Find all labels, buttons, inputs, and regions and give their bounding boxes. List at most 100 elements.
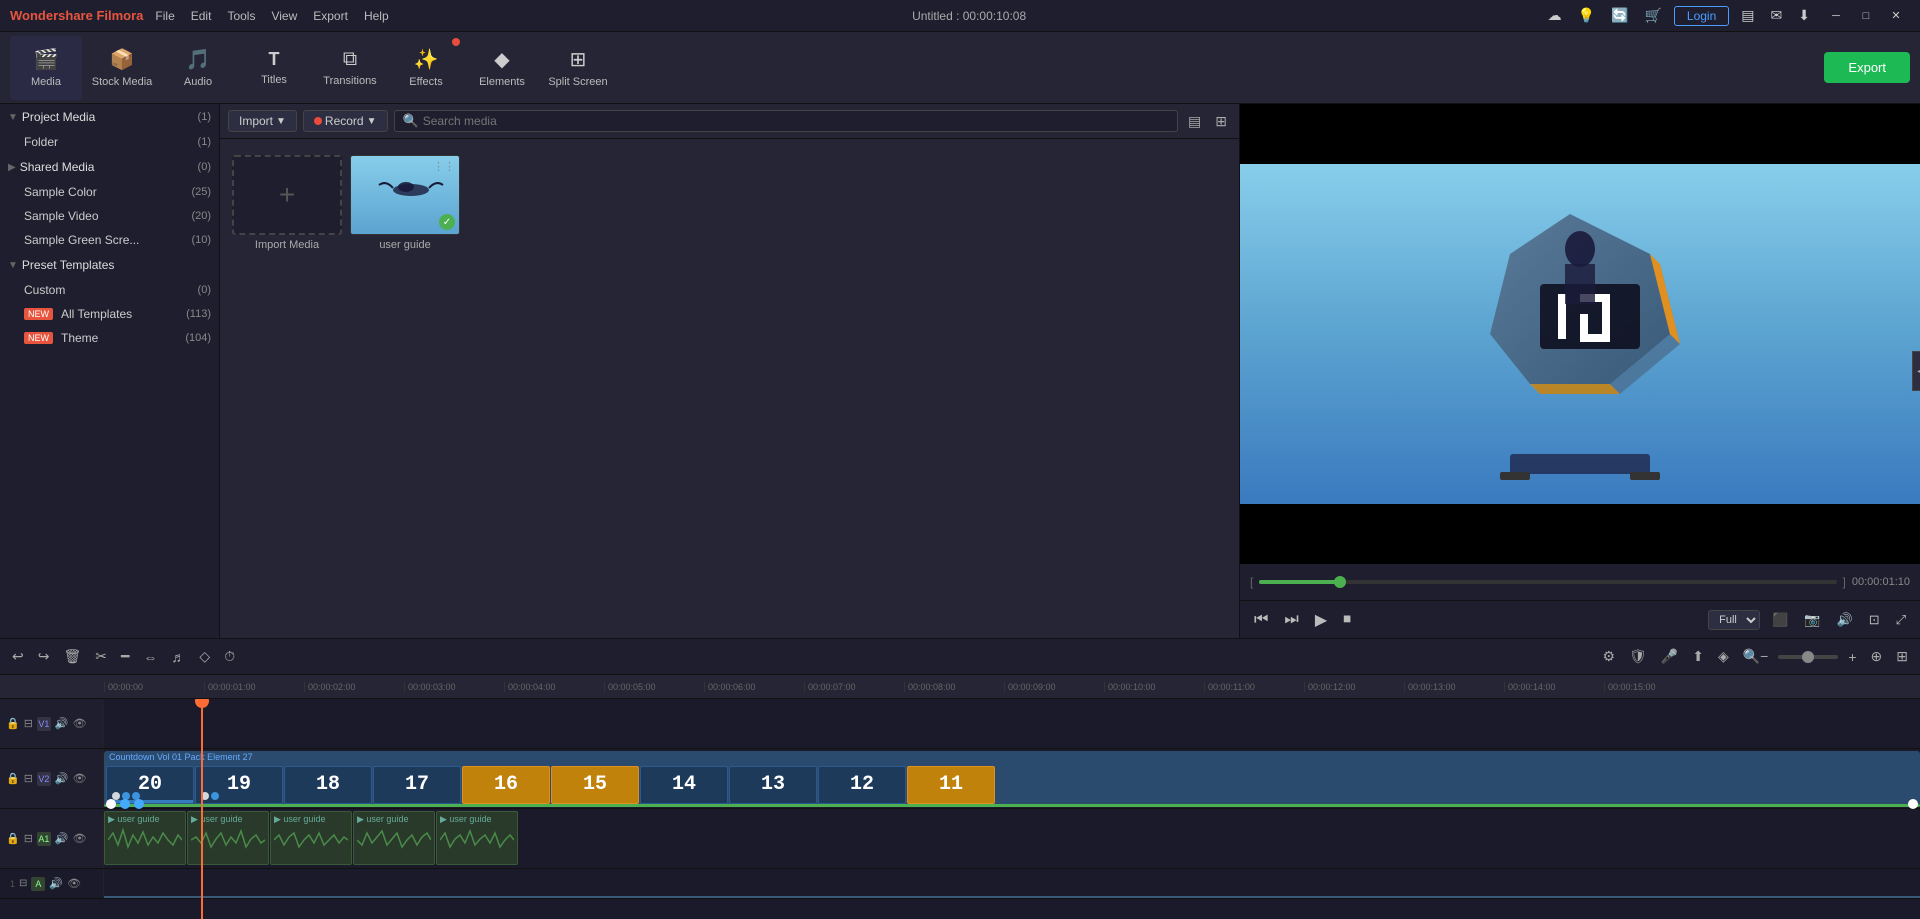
track-1-eye-icon[interactable]: 👁	[73, 717, 87, 730]
search-input[interactable]	[423, 114, 1169, 128]
sidebar-item-sample-video[interactable]: Sample Video (20)	[0, 204, 219, 228]
track-4-eye-icon[interactable]: 👁	[67, 877, 81, 890]
undo-button[interactable]: ↩	[8, 646, 28, 667]
track-3-collapse-icon[interactable]: ⊟	[24, 832, 33, 845]
download-icon[interactable]: ⬇	[1794, 5, 1814, 26]
menu-tools[interactable]: Tools	[221, 7, 261, 25]
message-icon[interactable]: ✉	[1767, 5, 1787, 26]
import-dropdown-icon[interactable]: ▼	[276, 116, 286, 127]
toolbar-media[interactable]: 🎬 Media	[10, 36, 82, 100]
track-4-add-icon[interactable]: ⊟	[19, 878, 27, 889]
menu-export[interactable]: Export	[307, 7, 354, 25]
track-1-volume-icon[interactable]: 🔊	[55, 717, 69, 730]
cart-icon[interactable]: 🛒	[1640, 5, 1665, 26]
close-button[interactable]: ✕	[1882, 6, 1910, 26]
sidebar-project-media-header[interactable]: ▼ Project Media (1)	[0, 104, 219, 130]
sidebar-item-all-templates[interactable]: NEW All Templates (113)	[0, 302, 219, 326]
sync-icon[interactable]: 🔄	[1607, 5, 1632, 26]
cloud-icon[interactable]: ☁	[1544, 5, 1566, 26]
toolbar-audio[interactable]: 🎵 Audio	[162, 36, 234, 100]
menu-file[interactable]: File	[149, 7, 180, 25]
pip-icon[interactable]: ⊡	[1865, 610, 1884, 630]
track-1-v-icon[interactable]: V1	[37, 717, 51, 731]
add-track-icon[interactable]: ⊕	[1867, 646, 1887, 667]
cut-button[interactable]: ✂	[91, 646, 111, 667]
guide-segment-4[interactable]: ▶ user guide	[353, 811, 435, 865]
track-3-volume-icon[interactable]: 🔊	[55, 832, 69, 845]
menu-help[interactable]: Help	[358, 7, 395, 25]
preview-progress-bar[interactable]	[1259, 580, 1836, 584]
expand-icon[interactable]: ⤢	[1892, 610, 1910, 630]
sidebar-item-sample-green-screen[interactable]: Sample Green Scre... (10)	[0, 228, 219, 252]
track-1-collapse-icon[interactable]: ⊟	[24, 717, 33, 730]
grid-view-icon[interactable]: ⊞	[1211, 111, 1231, 132]
zoom-in-icon[interactable]: +	[1844, 647, 1860, 667]
ripple-icon[interactable]: ◈	[1714, 646, 1733, 667]
toolbar-effects[interactable]: ✨ Effects	[390, 36, 462, 100]
track-2-lock-icon[interactable]: 🔒	[6, 772, 20, 785]
track-4-a-icon[interactable]: A	[31, 877, 45, 891]
toolbar-titles[interactable]: T Titles	[238, 36, 310, 100]
sidebar-item-sample-color[interactable]: Sample Color (25)	[0, 180, 219, 204]
import-media-thumb[interactable]: +	[232, 155, 342, 235]
sidebar-item-custom[interactable]: Custom (0)	[0, 278, 219, 302]
toolbar-elements[interactable]: ◆ Elements	[466, 36, 538, 100]
guide-segment-2[interactable]: ▶ user guide	[187, 811, 269, 865]
settings-icon[interactable]: ⚙	[1598, 646, 1619, 667]
import-media-item[interactable]: + Import Media	[232, 151, 342, 255]
import-button[interactable]: Import ▼	[228, 110, 297, 132]
play-button[interactable]: ▶	[1311, 608, 1331, 632]
track-2-collapse-icon[interactable]: ⊟	[24, 772, 33, 785]
bulb-icon[interactable]: 💡	[1574, 5, 1599, 26]
track-3-eye-icon[interactable]: 👁	[73, 832, 87, 845]
sidebar-item-theme[interactable]: NEW Theme (104)	[0, 326, 219, 350]
track-3-lock-icon[interactable]: 🔒	[6, 832, 20, 845]
record-button[interactable]: Record ▼	[303, 110, 388, 132]
step-back-button[interactable]: ⏭︎	[1280, 609, 1302, 631]
sidebar-shared-media-header[interactable]: ▶ Shared Media (0)	[0, 154, 219, 180]
track-2-eye-icon[interactable]: 👁	[73, 772, 87, 785]
sidebar-preset-templates-header[interactable]: ▼ Preset Templates	[0, 252, 219, 278]
progress-handle[interactable]	[1334, 576, 1346, 588]
audio-button[interactable]: ♬	[167, 647, 189, 667]
screenshot-icon[interactable]: 📷	[1800, 610, 1824, 630]
login-button[interactable]: Login	[1674, 6, 1729, 26]
speed-button[interactable]: ⏱	[220, 646, 239, 667]
redo-button[interactable]: ↪	[34, 646, 54, 667]
track-2-volume-icon[interactable]: 🔊	[55, 772, 69, 785]
track-2-v-icon[interactable]: V2	[37, 772, 51, 786]
adjust-button[interactable]: ⇔	[139, 647, 161, 667]
guide-segment-1[interactable]: ▶ user guide	[104, 811, 186, 865]
track-3-a-icon[interactable]: A1	[37, 832, 51, 846]
quality-select[interactable]: Full 1/2 1/4	[1708, 610, 1760, 630]
track-button[interactable]: ━	[117, 646, 133, 667]
toolbar-transitions[interactable]: ⧉ Transitions	[314, 36, 386, 100]
skip-back-button[interactable]: ⏮	[1250, 609, 1272, 631]
detach-icon[interactable]: ⬆	[1688, 646, 1708, 667]
toolbar-split-screen[interactable]: ⊞ Split Screen	[542, 36, 614, 100]
user-guide-media-item[interactable]: ⋮⋮ ✓ user guide	[350, 151, 460, 255]
track-1-lock-icon[interactable]: 🔒	[6, 717, 20, 730]
guide-segment-3[interactable]: ▶ user guide	[270, 811, 352, 865]
media-grid-dots-icon[interactable]: ⋮⋮	[433, 160, 455, 173]
record-dropdown-icon[interactable]: ▼	[367, 116, 377, 127]
menu-edit[interactable]: Edit	[185, 7, 218, 25]
timeline-view-icon[interactable]: ⊞	[1892, 646, 1912, 667]
keyframe-button[interactable]: ◇	[195, 646, 214, 667]
frame-layout-icon[interactable]: ⬛	[1768, 610, 1792, 630]
toolbar-stock-media[interactable]: 📦 Stock Media	[86, 36, 158, 100]
account-icon[interactable]: ▤	[1737, 5, 1758, 26]
sidebar-item-folder[interactable]: Folder (1)	[0, 130, 219, 154]
delete-button[interactable]: 🗑	[59, 646, 85, 667]
zoom-slider[interactable]	[1778, 655, 1838, 659]
menu-view[interactable]: View	[265, 7, 303, 25]
volume-icon[interactable]: 🔊	[1833, 610, 1857, 630]
filter-icon[interactable]: ▤	[1184, 111, 1205, 132]
mic-icon[interactable]: 🎤	[1657, 646, 1682, 667]
shield-icon[interactable]: 🛡	[1625, 646, 1651, 667]
stop-button[interactable]: ⏹	[1339, 609, 1355, 631]
export-button[interactable]: Export	[1824, 52, 1910, 83]
track-4-volume-icon[interactable]: 🔊	[49, 877, 63, 890]
countdown-clip[interactable]: Countdown Vol 01 Pack Element 27 20	[104, 751, 1920, 807]
maximize-button[interactable]: □	[1852, 6, 1880, 26]
